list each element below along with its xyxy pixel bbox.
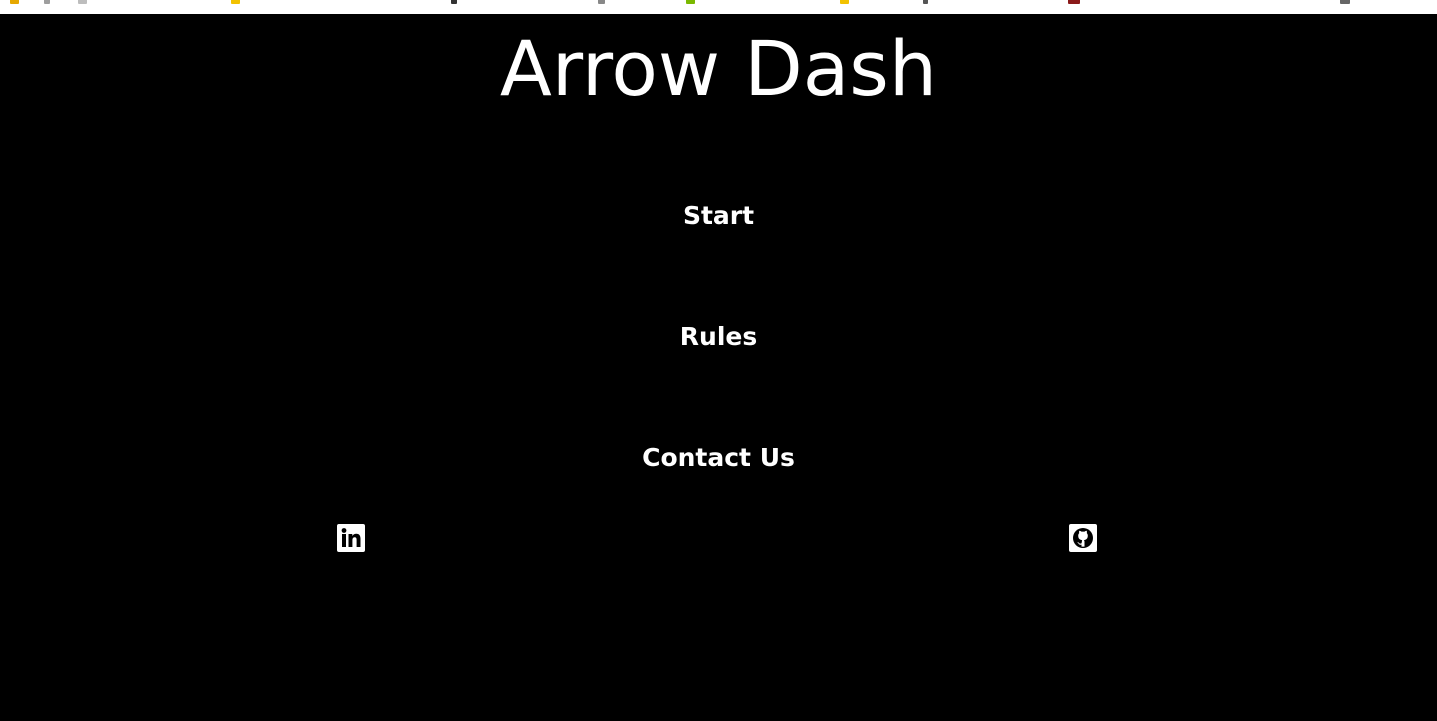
rules-button[interactable]: Rules (680, 322, 757, 351)
bookmark-favicon[interactable] (923, 0, 928, 4)
game-menu-page: Arrow Dash Start Rules Contact Us (0, 14, 1437, 721)
bookmark-favicon[interactable] (1068, 0, 1080, 4)
bookmark-favicon[interactable] (686, 0, 695, 4)
github-icon (1073, 528, 1093, 548)
bookmark-favicon[interactable] (840, 0, 849, 4)
linkedin-link[interactable] (337, 524, 365, 552)
start-menu-item: Start (0, 200, 1437, 232)
bookmark-favicon[interactable] (44, 0, 50, 4)
page-title: Arrow Dash (499, 24, 938, 113)
bookmark-favicon[interactable] (231, 0, 240, 4)
start-button[interactable]: Start (683, 201, 754, 230)
rules-menu-item: Rules (0, 321, 1437, 353)
linkedin-icon (341, 528, 361, 547)
contact-menu-item: Contact Us (0, 442, 1437, 474)
contact-us-button[interactable]: Contact Us (642, 443, 795, 472)
bookmark-favicon[interactable] (10, 0, 19, 4)
bookmarks-bar (0, 0, 1437, 14)
bookmark-favicon[interactable] (598, 0, 605, 4)
bookmark-favicon[interactable] (451, 0, 457, 4)
bookmark-favicon[interactable] (78, 0, 87, 4)
bookmark-favicon[interactable] (1340, 0, 1350, 4)
github-link[interactable] (1069, 524, 1097, 552)
